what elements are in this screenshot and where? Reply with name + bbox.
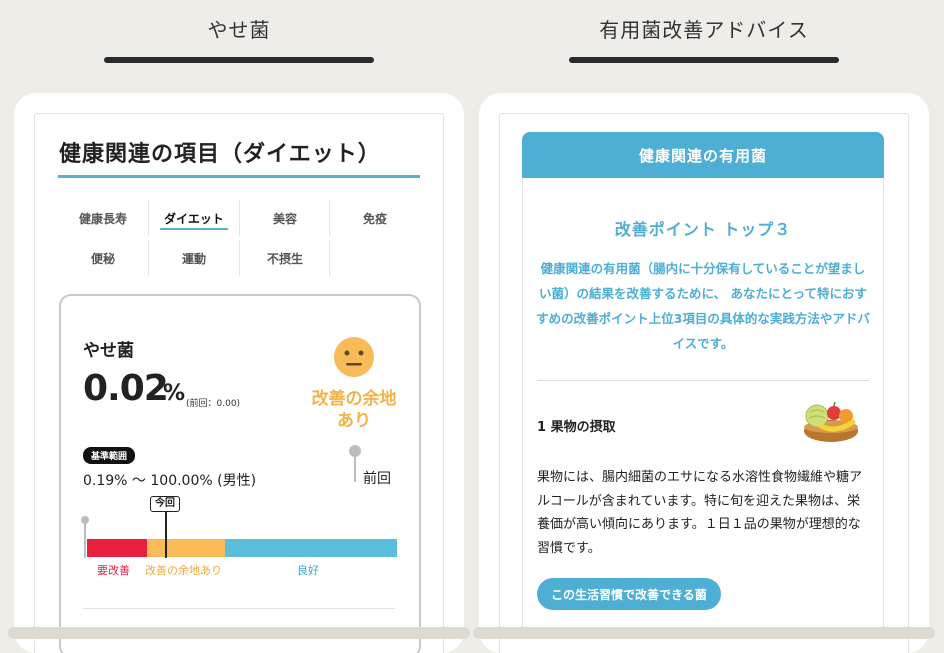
intro-text: 健康関連の有用菌（腸内に十分保有していることが望ましい菌）の結果を改善するために… [536,261,870,351]
advice-card: 健康関連の有用菌 改善ポイント トップ３ 健康関連の有用菌（腸内に十分保有してい… [479,93,929,653]
scale-segment-good [225,539,397,557]
tab-unhealthy-habits[interactable]: 不摂生 [239,240,330,276]
right-scrollbar[interactable] [473,627,935,639]
metric-card: 健康関連の項目（ダイエット） 健康長寿 ダイエット 美容 免疫 便秘 運動 不摂… [14,93,464,653]
metric-box-divider [83,608,395,609]
scale-segment-room-for-improvement [147,539,225,557]
reference-range-badge: 基準範囲 [83,447,136,464]
panel-body: 改善ポイント トップ３ 健康関連の有用菌（腸内に十分保有していることが望ましい菌… [522,178,884,639]
scale-start-pin-dot [81,516,89,524]
scale-segment-needs-improvement [87,539,147,557]
advice-card-inner: 健康関連の有用菌 改善ポイント トップ３ 健康関連の有用菌（腸内に十分保有してい… [499,113,909,653]
current-marker-line [165,512,167,558]
panel-header: 健康関連の有用菌 [522,132,884,178]
left-caption: やせ菌 [207,18,271,42]
current-marker-badge: 今回 [150,496,180,512]
section-title-rule [58,175,420,178]
tab-immunity[interactable]: 免疫 [329,200,420,236]
metric-name: やせ菌 [83,341,134,361]
tab-exercise[interactable]: 運動 [148,240,239,276]
improvable-bacteria-button[interactable]: この生活習慣で改善できる菌 [537,578,721,610]
panel-divider [537,380,869,381]
scale-start-pin-line [84,520,86,558]
fruit-basket-icon [804,401,858,442]
metric-unit: % [163,381,186,406]
legend-room-for-improvement: 改善の余地あり [145,564,222,577]
metric-card-inner: 健康関連の項目（ダイエット） 健康長寿 ダイエット 美容 免疫 便秘 運動 不摂… [34,113,444,653]
tab-beauty[interactable]: 美容 [239,200,330,236]
legend-needs-improvement: 要改善 [97,564,130,577]
right-caption: 有用菌改善アドバイス [599,18,809,42]
metric-previous-value: (前回：0.00) [186,399,241,409]
previous-marker-dot [349,445,361,457]
range-scale-bar [87,539,397,557]
left-caption-underline [104,57,374,63]
top3-title: 改善ポイント トップ３ [614,220,792,239]
previous-marker-label: 前回 [363,471,391,487]
tab-diet[interactable]: ダイエット [148,200,239,236]
tab-constipation[interactable]: 便秘 [58,240,148,276]
previous-marker-line [354,454,356,482]
tab-longevity[interactable]: 健康長寿 [58,200,148,236]
neutral-face-icon [334,337,374,377]
left-scrollbar[interactable] [8,627,470,639]
metric-box: やせ菌 0.02 % (前回：0.00) 改善の余地あり 基準範囲 0.19% … [59,294,421,653]
legend-good: 良好 [297,564,319,577]
section-title: 健康関連の項目（ダイエット） [59,142,381,167]
advice-item-description: 果物には、腸内細菌のエサになる水溶性食物繊維や糖アルコールが含まれています。特に… [537,470,863,556]
reference-range-text: 0.19% ～ 100.00% (男性) [83,473,257,489]
metric-value: 0.02 [83,368,169,409]
status-text: 改善の余地あり [311,389,397,431]
right-caption-underline [569,57,839,63]
advice-item-title: 1 果物の摂取 [537,420,616,435]
tab-empty [329,240,420,276]
